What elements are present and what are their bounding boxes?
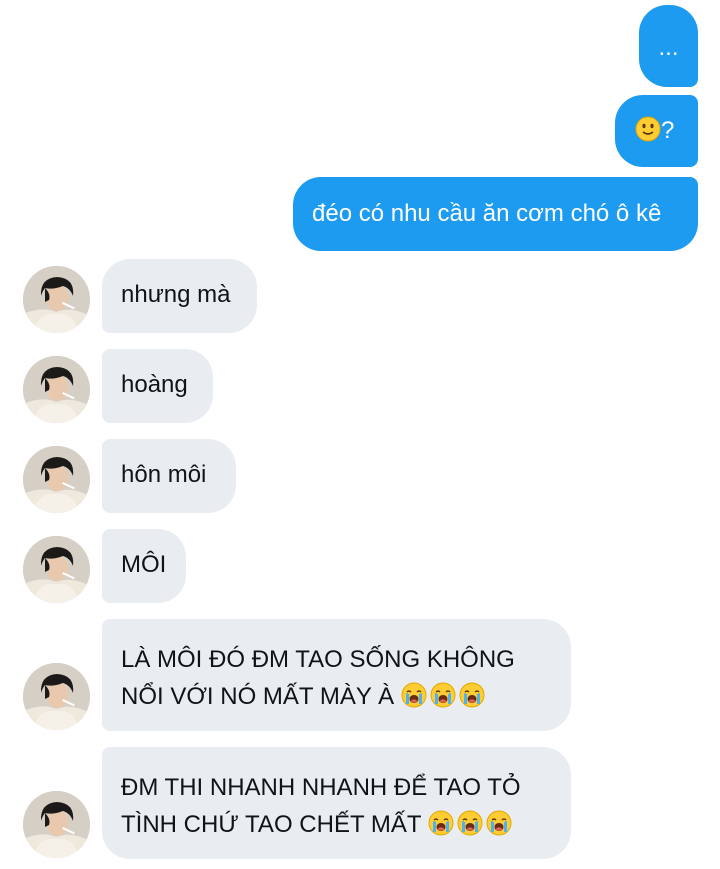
message-text: ? [661, 117, 675, 144]
message-line: ĐM THI NHANH NHANH ĐỂ TAO TỎ [121, 774, 521, 801]
message-line: LÀ MÔI ĐÓ ĐM TAO SỐNG KHÔNG [121, 646, 515, 673]
profile-photo [23, 446, 90, 513]
profile-photo [23, 791, 90, 858]
message-text: nhưng mà [121, 281, 231, 308]
outgoing-message-2[interactable]: ? [615, 95, 698, 167]
loudly-crying-face-icon [459, 682, 485, 708]
loudly-crying-face-icon [401, 682, 427, 708]
message-text: MÔI [121, 551, 167, 578]
avatar[interactable] [23, 446, 90, 513]
loudly-crying-face-icon [486, 810, 512, 836]
profile-photo [23, 536, 90, 603]
profile-photo [23, 266, 90, 333]
message-text: đéo có nhu cầu ăn cơm chó ô kê [312, 200, 662, 227]
incoming-message-3[interactable]: hôn môi [102, 439, 236, 513]
incoming-message-6[interactable]: ĐM THI NHANH NHANH ĐỂ TAO TỎ TÌNH CHỨ TA… [102, 747, 571, 859]
avatar[interactable] [23, 791, 90, 858]
message-line-with-emoji: TÌNH CHỨ TAO CHẾT MẤT [121, 806, 571, 843]
loudly-crying-face-icon [428, 810, 454, 836]
avatar[interactable] [23, 536, 90, 603]
message-line: TÌNH CHỨ TAO CHẾT MẤT [121, 811, 422, 838]
loudly-crying-face-icon [457, 810, 483, 836]
loudly-crying-face-icon [430, 682, 456, 708]
message-line: NỔI VỚI NÓ MẤT MÀY À [121, 683, 395, 710]
profile-photo [23, 663, 90, 730]
avatar[interactable] [23, 266, 90, 333]
message-line-with-emoji: NỔI VỚI NÓ MẤT MÀY À [121, 678, 571, 715]
slightly-smiling-face-icon [635, 116, 661, 142]
message-text: ... [658, 34, 679, 61]
incoming-message-4[interactable]: MÔI [102, 529, 186, 603]
message-text: hôn môi [121, 461, 207, 488]
outgoing-message-3[interactable]: đéo có nhu cầu ăn cơm chó ô kê [293, 177, 698, 251]
incoming-message-5[interactable]: LÀ MÔI ĐÓ ĐM TAO SỐNG KHÔNG NỔI VỚI NÓ M… [102, 619, 571, 731]
incoming-message-1[interactable]: nhưng mà [102, 259, 257, 333]
avatar[interactable] [23, 663, 90, 730]
message-text: hoàng [121, 371, 188, 398]
outgoing-message-1[interactable]: ... [639, 5, 698, 87]
incoming-message-2[interactable]: hoàng [102, 349, 213, 423]
avatar[interactable] [23, 356, 90, 423]
profile-photo [23, 356, 90, 423]
